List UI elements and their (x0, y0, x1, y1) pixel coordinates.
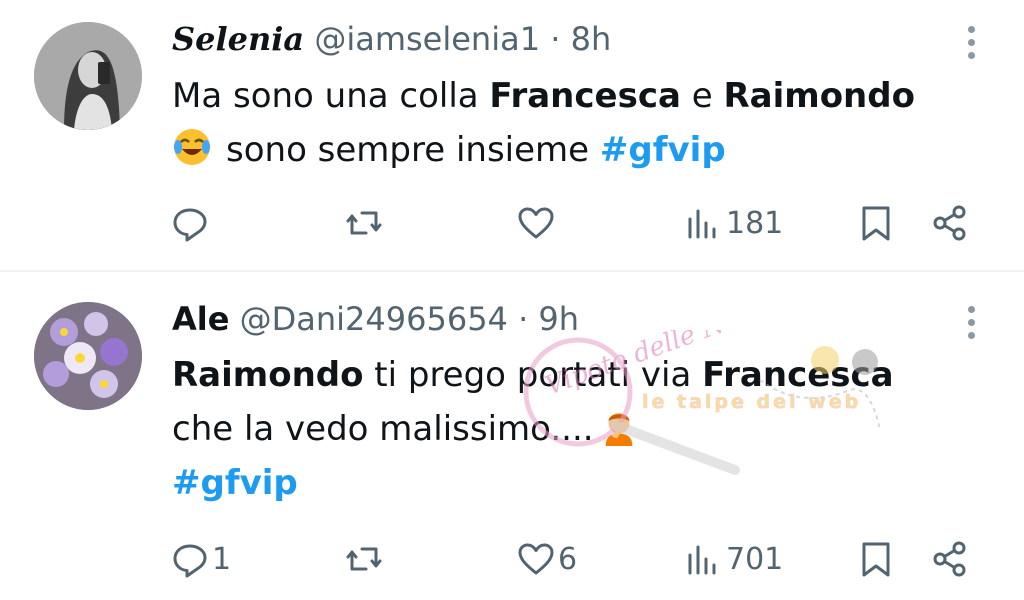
mention-bold: Francesca (489, 76, 681, 116)
tweet-header: Ale @Dani24965654 · 9h (172, 299, 579, 339)
display-name[interactable]: Ale (172, 300, 229, 338)
views-chart-icon (688, 209, 716, 239)
views-chart-icon (688, 545, 716, 575)
heart-icon (518, 543, 554, 575)
user-handle[interactable]: @iamselenia1 (314, 20, 540, 58)
reply-button[interactable] (170, 198, 212, 248)
text-segment: e (680, 76, 724, 116)
display-name[interactable]: Selenia (172, 20, 304, 58)
watermark-sub: le talpe del web (642, 391, 861, 413)
view-count: 701 (726, 541, 784, 577)
views-button[interactable]: 181 (684, 198, 783, 248)
tweet-text-line-1: Ma sono una colla Francesca e Raimondo (172, 69, 915, 123)
retweet-button[interactable] (344, 534, 386, 584)
bookmark-icon (862, 206, 890, 241)
text-segment: sono sempre insieme (226, 130, 600, 170)
more-options-icon[interactable] (966, 306, 976, 345)
reply-icon (173, 208, 207, 242)
reply-button[interactable]: 1 (170, 534, 231, 584)
share-button[interactable] (930, 534, 970, 584)
text-segment: Ma sono una colla (172, 76, 490, 116)
share-button[interactable] (930, 198, 970, 248)
like-button[interactable]: 6 (516, 534, 577, 584)
hashtag-link[interactable]: #gfvip (172, 463, 298, 503)
watermark-logo: Vipoto delle News le talpe del web (523, 330, 881, 475)
tweet-text-line-2: sono sempre insieme #gfvip (172, 123, 915, 177)
action-bar: 181 (0, 198, 1024, 248)
hashtag-link[interactable]: #gfvip (600, 130, 726, 170)
tweet-header: Selenia @iamselenia1 · 8h (172, 19, 611, 59)
bookmark-icon (862, 542, 890, 577)
share-icon (933, 541, 966, 577)
user-handle[interactable]: @Dani24965654 (240, 300, 508, 338)
separator: · (550, 20, 561, 58)
timestamp[interactable]: 8h (571, 20, 612, 58)
like-button[interactable] (516, 198, 558, 248)
tweet-text: Ma sono una colla Francesca e Raimondo s… (172, 69, 915, 177)
views-button[interactable]: 701 (684, 534, 783, 584)
view-count: 181 (726, 205, 784, 241)
avatar[interactable] (34, 302, 142, 410)
like-count: 6 (558, 541, 578, 577)
reply-count: 1 (212, 541, 232, 577)
avatar[interactable] (34, 22, 142, 130)
bookmark-button[interactable] (856, 534, 896, 584)
bookmark-button[interactable] (856, 198, 896, 248)
mention-bold: Raimondo (172, 355, 364, 395)
mention-bold: Raimondo (723, 76, 915, 116)
retweet-icon (346, 211, 382, 235)
face-with-tears-of-joy-icon (174, 129, 210, 165)
heart-icon (518, 207, 554, 239)
retweet-button[interactable] (344, 198, 386, 248)
tweet-selenia[interactable]: Selenia @iamselenia1 · 8h Ma sono una co… (0, 0, 1024, 270)
share-icon (933, 205, 966, 241)
more-options-icon[interactable] (966, 26, 976, 65)
action-bar: 1 6 701 (0, 534, 1024, 584)
reply-icon (173, 544, 207, 578)
retweet-icon (346, 547, 382, 571)
